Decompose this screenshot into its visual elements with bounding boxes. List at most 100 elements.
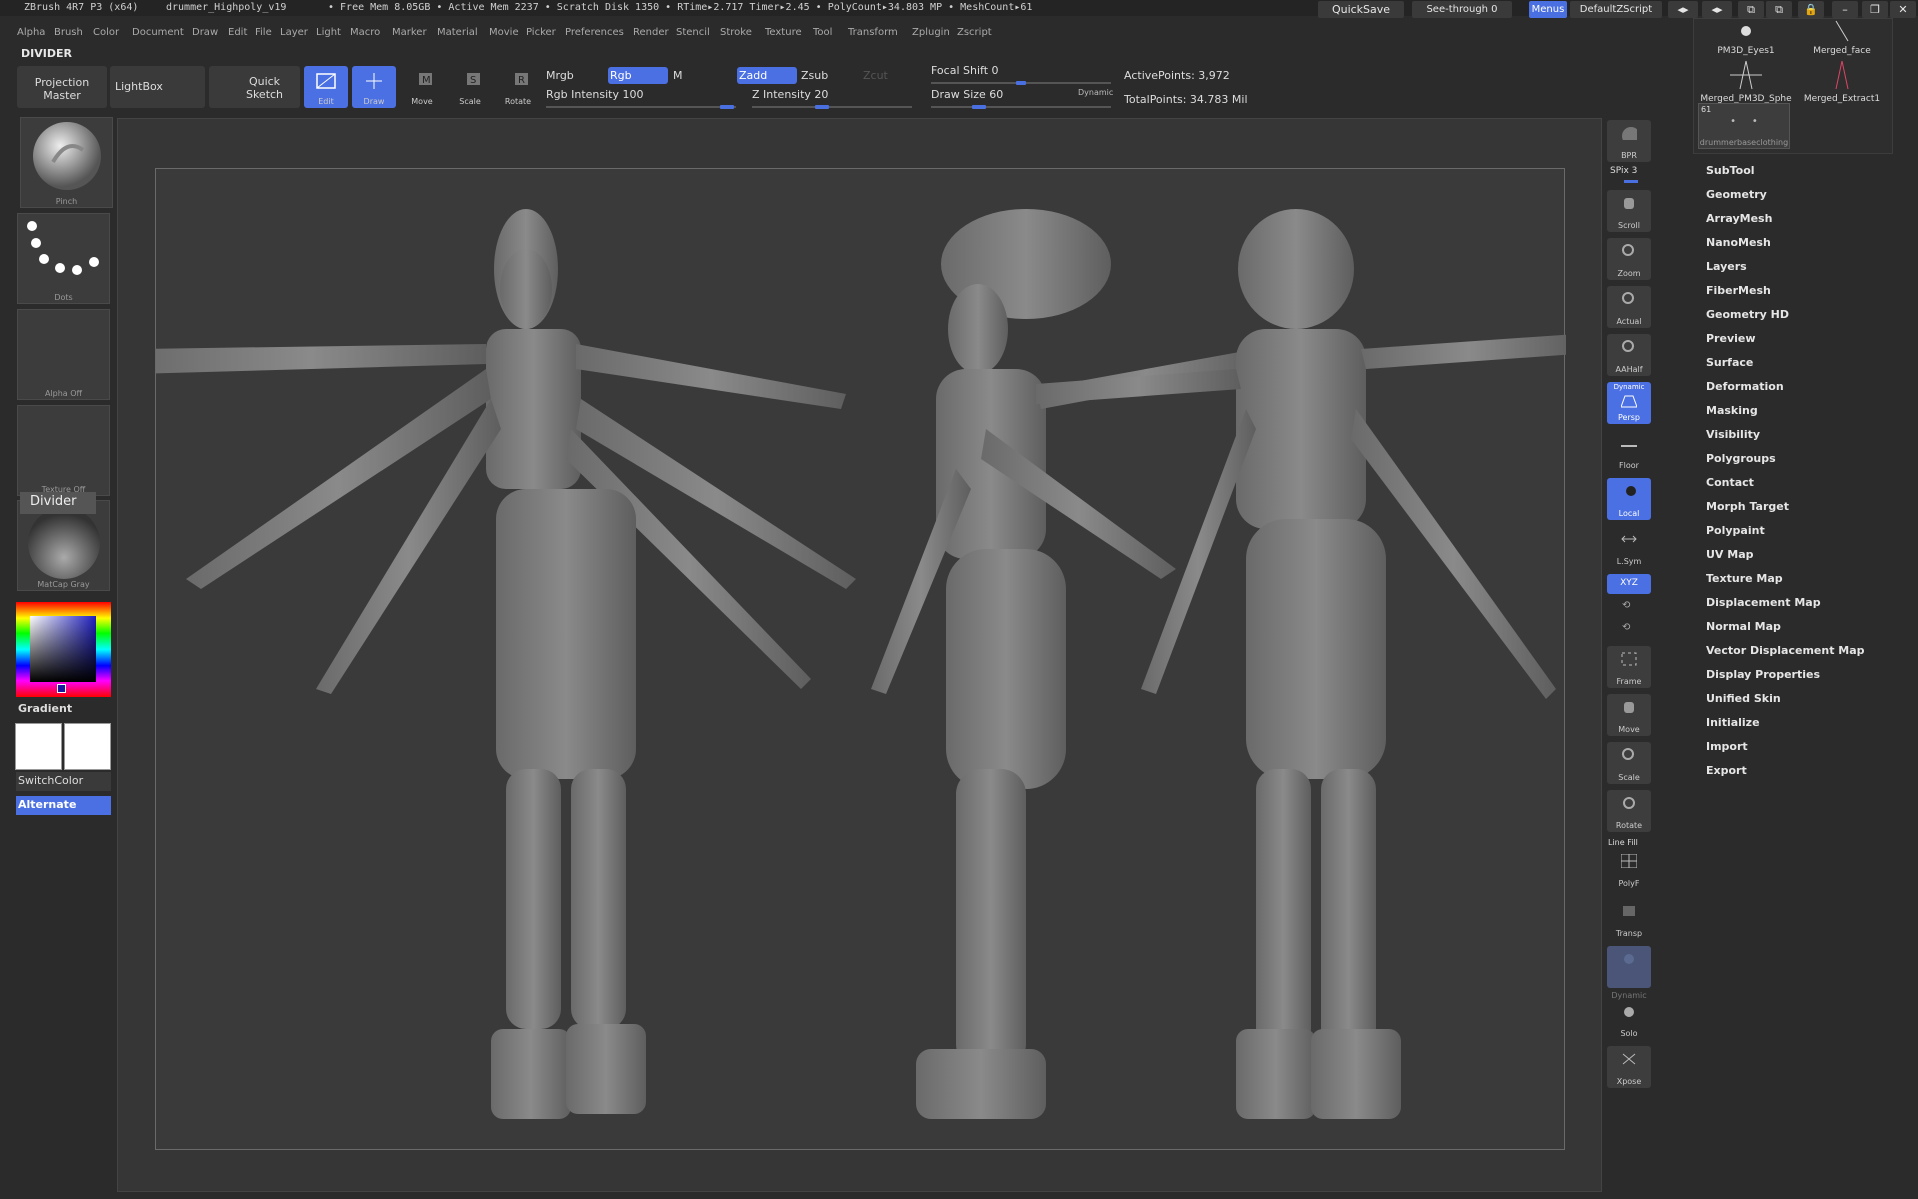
- menu-preferences[interactable]: Preferences: [565, 27, 624, 38]
- zsub-button[interactable]: Zsub: [801, 67, 859, 84]
- tool-fibermesh[interactable]: FiberMesh: [1706, 284, 1771, 297]
- tool-display-properties[interactable]: Display Properties: [1706, 668, 1820, 681]
- m-button[interactable]: M: [673, 67, 733, 84]
- mrgb-button[interactable]: Mrgb: [546, 67, 604, 84]
- local-button[interactable]: Local: [1607, 478, 1651, 520]
- tool-deformation[interactable]: Deformation: [1706, 380, 1784, 393]
- document-frame[interactable]: [136, 168, 1576, 1150]
- switchcolor-button[interactable]: SwitchColor: [16, 772, 111, 791]
- quicksave-button[interactable]: QuickSave: [1318, 1, 1404, 18]
- aahalf-button[interactable]: AAHalf: [1607, 334, 1651, 376]
- subtool-eyes[interactable]: PM3D_Eyes1: [1700, 19, 1792, 56]
- menu-macro[interactable]: Macro: [350, 27, 380, 38]
- subtool-clothing[interactable]: 61 • • drummerbaseclothing: [1698, 103, 1790, 149]
- move-view-button[interactable]: Move: [1607, 694, 1651, 736]
- bpr-button[interactable]: BPR: [1607, 120, 1651, 162]
- draw-size-knob[interactable]: [972, 105, 986, 109]
- menu-stroke[interactable]: Stroke: [720, 27, 752, 38]
- tool-texture-map[interactable]: Texture Map: [1706, 572, 1783, 585]
- color-picker[interactable]: [16, 602, 111, 697]
- lightbox-button[interactable]: LightBox: [110, 66, 205, 108]
- alternate-button[interactable]: Alternate: [16, 796, 111, 815]
- tool-subtool[interactable]: SubTool: [1706, 164, 1755, 177]
- transp-button[interactable]: Transp: [1607, 898, 1651, 940]
- tool-vector-displacement-map[interactable]: Vector Displacement Map: [1706, 644, 1865, 657]
- polyf-button[interactable]: PolyF: [1607, 848, 1651, 890]
- menu-movie[interactable]: Movie: [489, 27, 519, 38]
- tool-masking[interactable]: Masking: [1706, 404, 1758, 417]
- scale-button[interactable]: S Scale: [448, 66, 492, 108]
- tool-uv-map[interactable]: UV Map: [1706, 548, 1754, 561]
- xpose-button[interactable]: Xpose: [1607, 1046, 1651, 1088]
- xyz-button[interactable]: XYZ: [1607, 574, 1651, 594]
- saturation-square[interactable]: [30, 616, 96, 682]
- menu-color[interactable]: Color: [93, 27, 119, 38]
- z-intensity-slider[interactable]: Z Intensity 20: [752, 88, 828, 101]
- close-icon[interactable]: ✕: [1890, 1, 1916, 18]
- lock-icon[interactable]: 🔒: [1798, 1, 1824, 18]
- tool-layers[interactable]: Layers: [1706, 260, 1747, 273]
- rotate-z-icon[interactable]: ⟲: [1622, 622, 1630, 633]
- layout-right-icon[interactable]: ◂▸: [1702, 1, 1732, 18]
- projection-master-button[interactable]: Projection Master: [17, 66, 107, 108]
- color-marker[interactable]: [57, 684, 66, 693]
- tool-geometry[interactable]: Geometry: [1706, 188, 1767, 201]
- tool-unified-skin[interactable]: Unified Skin: [1706, 692, 1781, 705]
- menu-picker[interactable]: Picker: [526, 27, 556, 38]
- lsym-button[interactable]: L.Sym: [1607, 526, 1651, 568]
- quick-sketch-button[interactable]: Quick Sketch: [209, 66, 300, 108]
- draw-size-track[interactable]: [931, 106, 1111, 108]
- persp-button[interactable]: Dynamic Persp: [1607, 382, 1651, 424]
- tool-contact[interactable]: Contact: [1706, 476, 1754, 489]
- menu-document[interactable]: Document: [132, 27, 184, 38]
- floor-button[interactable]: Floor: [1607, 430, 1651, 472]
- menu-edit[interactable]: Edit: [228, 27, 247, 38]
- zoom-button[interactable]: Zoom: [1607, 238, 1651, 280]
- tool-surface[interactable]: Surface: [1706, 356, 1753, 369]
- menu-draw[interactable]: Draw: [192, 27, 218, 38]
- see-through-slider[interactable]: See-through 0: [1412, 1, 1512, 18]
- brush-thumb[interactable]: Pinch: [20, 117, 113, 208]
- scroll-button[interactable]: Scroll: [1607, 190, 1651, 232]
- move-button[interactable]: M Move: [400, 66, 444, 108]
- window2-icon[interactable]: ⧉: [1766, 1, 1792, 18]
- rotate-button[interactable]: R Rotate: [496, 66, 540, 108]
- menu-material[interactable]: Material: [437, 27, 478, 38]
- gradient-label[interactable]: Gradient: [18, 702, 72, 715]
- stroke-thumb[interactable]: Dots: [17, 213, 110, 304]
- z-intensity-knob[interactable]: [815, 105, 829, 109]
- focal-shift-knob[interactable]: [1016, 81, 1026, 85]
- tool-initialize[interactable]: Initialize: [1706, 716, 1760, 729]
- draw-button[interactable]: Draw: [352, 66, 396, 108]
- tool-displacement-map[interactable]: Displacement Map: [1706, 596, 1821, 609]
- scale-view-button[interactable]: Scale: [1607, 742, 1651, 784]
- rotate-view-button[interactable]: Rotate: [1607, 790, 1651, 832]
- rgb-intensity-track[interactable]: [546, 106, 736, 108]
- secondary-color-swatch[interactable]: [64, 723, 111, 770]
- actual-button[interactable]: Actual: [1607, 286, 1651, 328]
- subtool-sphere[interactable]: Merged_PM3D_Sphe: [1700, 59, 1792, 105]
- window-icon[interactable]: ⧉: [1738, 1, 1764, 18]
- menus-button[interactable]: Menus: [1529, 1, 1567, 18]
- tool-geometry-hd[interactable]: Geometry HD: [1706, 308, 1789, 321]
- menu-zscript[interactable]: Zscript: [957, 27, 992, 38]
- restore-icon[interactable]: ❐: [1862, 1, 1888, 18]
- tool-nanomesh[interactable]: NanoMesh: [1706, 236, 1771, 249]
- rgb-intensity-knob[interactable]: [720, 105, 734, 109]
- tool-preview[interactable]: Preview: [1706, 332, 1756, 345]
- tool-polypaint[interactable]: Polypaint: [1706, 524, 1765, 537]
- subtool-extract[interactable]: Merged_Extract1: [1796, 59, 1888, 105]
- menu-brush[interactable]: Brush: [54, 27, 83, 38]
- frame-button[interactable]: Frame: [1607, 646, 1651, 688]
- menu-marker[interactable]: Marker: [392, 27, 427, 38]
- spix-knob[interactable]: [1624, 180, 1638, 183]
- menu-layer[interactable]: Layer: [280, 27, 308, 38]
- menu-alpha[interactable]: Alpha: [17, 27, 45, 38]
- menu-zplugin[interactable]: Zplugin: [912, 27, 950, 38]
- dynamic-toggle[interactable]: Dynamic: [1078, 88, 1113, 97]
- menu-stencil[interactable]: Stencil: [676, 27, 710, 38]
- zcut-button[interactable]: Zcut: [863, 67, 921, 84]
- menu-render[interactable]: Render: [633, 27, 669, 38]
- rotate-y-icon[interactable]: ⟲: [1622, 600, 1630, 611]
- z-intensity-track[interactable]: [752, 106, 912, 108]
